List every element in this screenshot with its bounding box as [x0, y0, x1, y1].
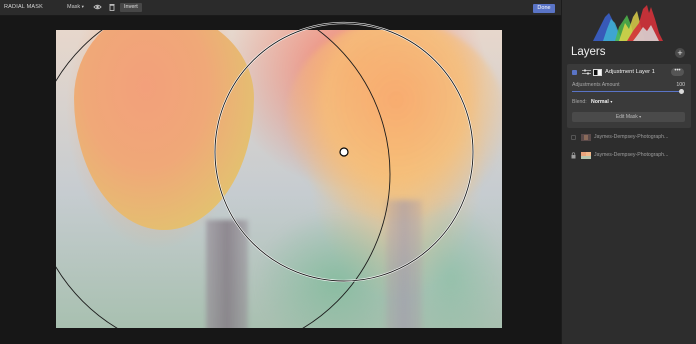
add-layer-button[interactable]: +: [675, 48, 685, 58]
layer-visibility-checkbox[interactable]: [572, 70, 577, 75]
layer-thumbnail: [581, 152, 591, 159]
edit-mask-button[interactable]: Edit Mask ▾: [572, 112, 685, 122]
blend-mode-value: Normal: [591, 99, 609, 105]
layer-name: Jaymes-Dempsey-Photograph...: [594, 152, 669, 158]
radial-mask-feather-circle: [56, 30, 391, 328]
mask-dropdown[interactable]: Mask ▾: [67, 4, 84, 10]
app-window: RADIAL MASK Mask ▾ Invert Done Layers + …: [0, 0, 696, 344]
layer-name: Jaymes-Dempsey-Photograph...: [594, 134, 669, 140]
adjustments-amount-value: 100: [676, 82, 685, 88]
blend-mode-dropdown[interactable]: Normal ▾: [591, 99, 612, 105]
chevron-down-icon: ▾: [610, 99, 613, 104]
histogram-icon: [589, 3, 671, 41]
adjustments-amount-slider-track[interactable]: [572, 91, 682, 92]
canvas-area[interactable]: [0, 16, 561, 344]
adjustment-layer-card[interactable]: Adjustment Layer 1 ••• Adjustments Amoun…: [567, 64, 691, 128]
mask-dropdown-label: Mask: [67, 4, 81, 10]
layer-row[interactable]: Jaymes-Dempsey-Photograph...: [567, 150, 691, 162]
mask-toolbar: RADIAL MASK Mask ▾ Invert Done: [0, 0, 561, 16]
more-options-button[interactable]: •••: [671, 68, 684, 76]
done-button[interactable]: Done: [533, 4, 555, 13]
invert-button[interactable]: Invert: [120, 3, 142, 12]
layer-row[interactable]: Jaymes-Dempsey-Photograph...: [567, 132, 691, 144]
layer-mask-thumbnail[interactable]: [593, 69, 602, 76]
chevron-down-icon: ▾: [639, 114, 642, 119]
edit-mask-label: Edit Mask: [615, 114, 638, 120]
trash-icon[interactable]: [109, 3, 115, 11]
layers-panel: Layers + Adjustment Layer 1 ••• Adjustme…: [561, 0, 696, 344]
blend-label: Blend:: [572, 99, 587, 105]
layer-thumbnail: [581, 134, 591, 141]
adjustment-layer-name: Adjustment Layer 1: [605, 69, 655, 75]
layers-heading: Layers: [571, 46, 606, 58]
adjustments-amount-label: Adjustments Amount: [572, 82, 620, 88]
eye-icon[interactable]: [93, 3, 102, 11]
adjustments-amount-slider-handle[interactable]: [679, 89, 684, 94]
adjustment-sliders-icon: [582, 69, 591, 75]
layer-visibility-checkbox[interactable]: [571, 135, 576, 140]
chevron-down-icon: ▾: [81, 4, 84, 9]
tool-title: RADIAL MASK: [4, 4, 43, 10]
radial-mask-center-handle: [339, 147, 349, 157]
lock-icon: [571, 152, 576, 159]
radial-mask-overlay: [56, 21, 475, 328]
